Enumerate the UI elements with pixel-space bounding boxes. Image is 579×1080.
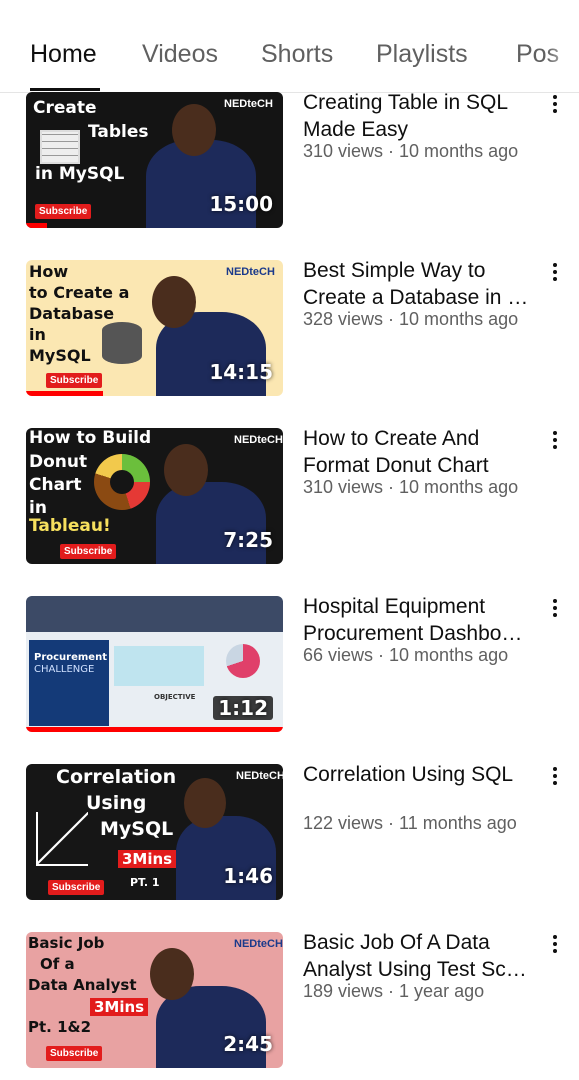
- more-options-icon[interactable]: [545, 428, 565, 458]
- thumbnail-text: in MySQL: [35, 164, 125, 184]
- video-duration: 2:45: [223, 1032, 273, 1056]
- brand-logo: NEDteCH: [234, 938, 283, 950]
- database-icon: [102, 322, 142, 364]
- subscribe-badge: Subscribe: [60, 544, 117, 559]
- table-icon: [40, 130, 80, 164]
- more-options-icon[interactable]: [545, 596, 565, 626]
- subscribe-badge: Subscribe: [46, 373, 103, 388]
- watch-progress: [26, 391, 104, 396]
- brand-logo: NEDteCH: [224, 98, 273, 110]
- thumbnail-text: Donut: [29, 452, 88, 472]
- video-thumbnail[interactable]: Create Tables in MySQL Subscribe NEDteCH…: [26, 92, 283, 228]
- video-thumbnail[interactable]: Correlation Using MySQL 3Mins PT. 1 Subs…: [26, 764, 283, 900]
- video-thumbnail[interactable]: Basic Job Of a Data Analyst 3Mins Pt. 1&…: [26, 932, 283, 1068]
- video-item[interactable]: Correlation Using MySQL 3Mins PT. 1 Subs…: [0, 761, 579, 909]
- subscribe-badge: Subscribe: [35, 204, 92, 219]
- video-meta: 66 views · 10 months ago: [303, 645, 509, 665]
- video-title[interactable]: Correlation Using SQL: [303, 761, 535, 788]
- presenter-head: [150, 948, 194, 1000]
- video-title[interactable]: Creating Table in SQL Made Easy: [303, 89, 535, 143]
- presenter-head: [164, 444, 208, 496]
- more-options-icon[interactable]: [545, 764, 565, 794]
- more-options-icon[interactable]: [545, 260, 565, 290]
- thumbnail-text: Of a: [40, 955, 75, 973]
- video-meta: 310 views · 10 months ago: [303, 141, 519, 161]
- video-duration: 7:25: [223, 528, 273, 552]
- thumbnail-text: in: [29, 325, 46, 344]
- thumbnail-text: in: [29, 498, 47, 518]
- thumbnail-text: MySQL: [29, 346, 91, 365]
- thumbnail-text: How: [29, 262, 69, 281]
- video-thumbnail[interactable]: Procurement CHALLENGE OBJECTIVE 1:12: [26, 596, 283, 732]
- presenter-head: [184, 778, 226, 828]
- thumbnail-text: Basic Job: [28, 934, 105, 952]
- video-thumbnail[interactable]: How to Create a Database in MySQL Subscr…: [26, 260, 283, 396]
- video-title[interactable]: Basic Job Of A Data Analyst Using Test S…: [303, 929, 535, 983]
- subscribe-badge: Subscribe: [48, 880, 105, 895]
- video-item[interactable]: Basic Job Of a Data Analyst 3Mins Pt. 1&…: [0, 929, 579, 1077]
- thumbnail-text: Data Analyst: [28, 976, 137, 994]
- thumbnail-text: How to Build: [29, 428, 152, 448]
- tab-home[interactable]: Home: [30, 40, 97, 69]
- channel-tabs: Home Videos Shorts Playlists Pos: [0, 0, 579, 93]
- more-options-icon[interactable]: [545, 932, 565, 962]
- video-duration: 14:15: [209, 360, 273, 384]
- watch-progress: [26, 727, 283, 732]
- thumbnail-text: to Create a: [29, 283, 130, 302]
- video-title[interactable]: How to Create And Format Donut Chart: [303, 425, 535, 479]
- thumbnail-text: PT. 1: [130, 876, 160, 889]
- video-thumbnail[interactable]: How to Build Donut Chart in Tableau! Sub…: [26, 428, 283, 564]
- tab-shorts[interactable]: Shorts: [261, 40, 333, 69]
- tab-videos[interactable]: Videos: [142, 40, 218, 69]
- video-meta: 328 views · 10 months ago: [303, 309, 519, 329]
- video-title[interactable]: Hospital Equipment Procurement Dashbo…: [303, 593, 535, 647]
- subscribe-badge: Subscribe: [46, 1046, 103, 1061]
- tabs-fade: [547, 0, 579, 92]
- watch-progress: [26, 223, 47, 228]
- thumbnail-text: 3Mins: [90, 998, 149, 1016]
- dashboard-panel: [114, 646, 204, 686]
- thumbnail-text: Pt. 1&2: [28, 1018, 92, 1036]
- video-meta: 189 views · 1 year ago: [303, 981, 485, 1001]
- thumbnail-text: OBJECTIVE: [154, 693, 196, 701]
- brand-logo: NEDteCH: [226, 266, 275, 278]
- video-item[interactable]: Procurement CHALLENGE OBJECTIVE 1:12 Hos…: [0, 593, 579, 741]
- dashboard-header-graphic: [26, 596, 283, 632]
- pie-chart-graphic: [226, 644, 260, 678]
- thumbnail-text: Chart: [29, 475, 82, 495]
- video-duration: 1:12: [213, 696, 273, 720]
- thumbnail-text: 3Mins: [118, 850, 177, 868]
- thumbnail-text: Tableau!: [29, 516, 111, 536]
- brand-logo: NEDteCH: [234, 434, 283, 446]
- presenter-head: [172, 104, 216, 156]
- more-options-icon[interactable]: [545, 92, 565, 122]
- video-meta: 122 views · 11 months ago: [303, 813, 517, 833]
- thumbnail-text: Procurement: [34, 652, 107, 663]
- video-item[interactable]: How to Create a Database in MySQL Subscr…: [0, 257, 579, 405]
- active-tab-indicator: [30, 88, 100, 91]
- video-duration: 1:46: [223, 864, 273, 888]
- thumbnail-text: Tables: [88, 122, 149, 142]
- video-item[interactable]: How to Build Donut Chart in Tableau! Sub…: [0, 425, 579, 573]
- tab-playlists[interactable]: Playlists: [376, 40, 468, 69]
- donut-chart-graphic: [94, 454, 150, 510]
- presenter-head: [152, 276, 196, 328]
- thumbnail-text: MySQL: [100, 818, 174, 840]
- scatter-plot-graphic: [36, 812, 88, 866]
- video-item[interactable]: Create Tables in MySQL Subscribe NEDteCH…: [0, 89, 579, 237]
- brand-logo: NEDteCH: [236, 770, 283, 782]
- thumbnail-text: Correlation: [56, 766, 177, 788]
- video-meta: 310 views · 10 months ago: [303, 477, 519, 497]
- video-duration: 15:00: [209, 192, 273, 216]
- thumbnail-text: CHALLENGE: [34, 664, 95, 675]
- thumbnail-text: Create: [33, 98, 97, 118]
- thumbnail-text: Using: [86, 792, 147, 814]
- video-title[interactable]: Best Simple Way to Create a Database in …: [303, 257, 535, 311]
- thumbnail-text: Database: [29, 304, 115, 323]
